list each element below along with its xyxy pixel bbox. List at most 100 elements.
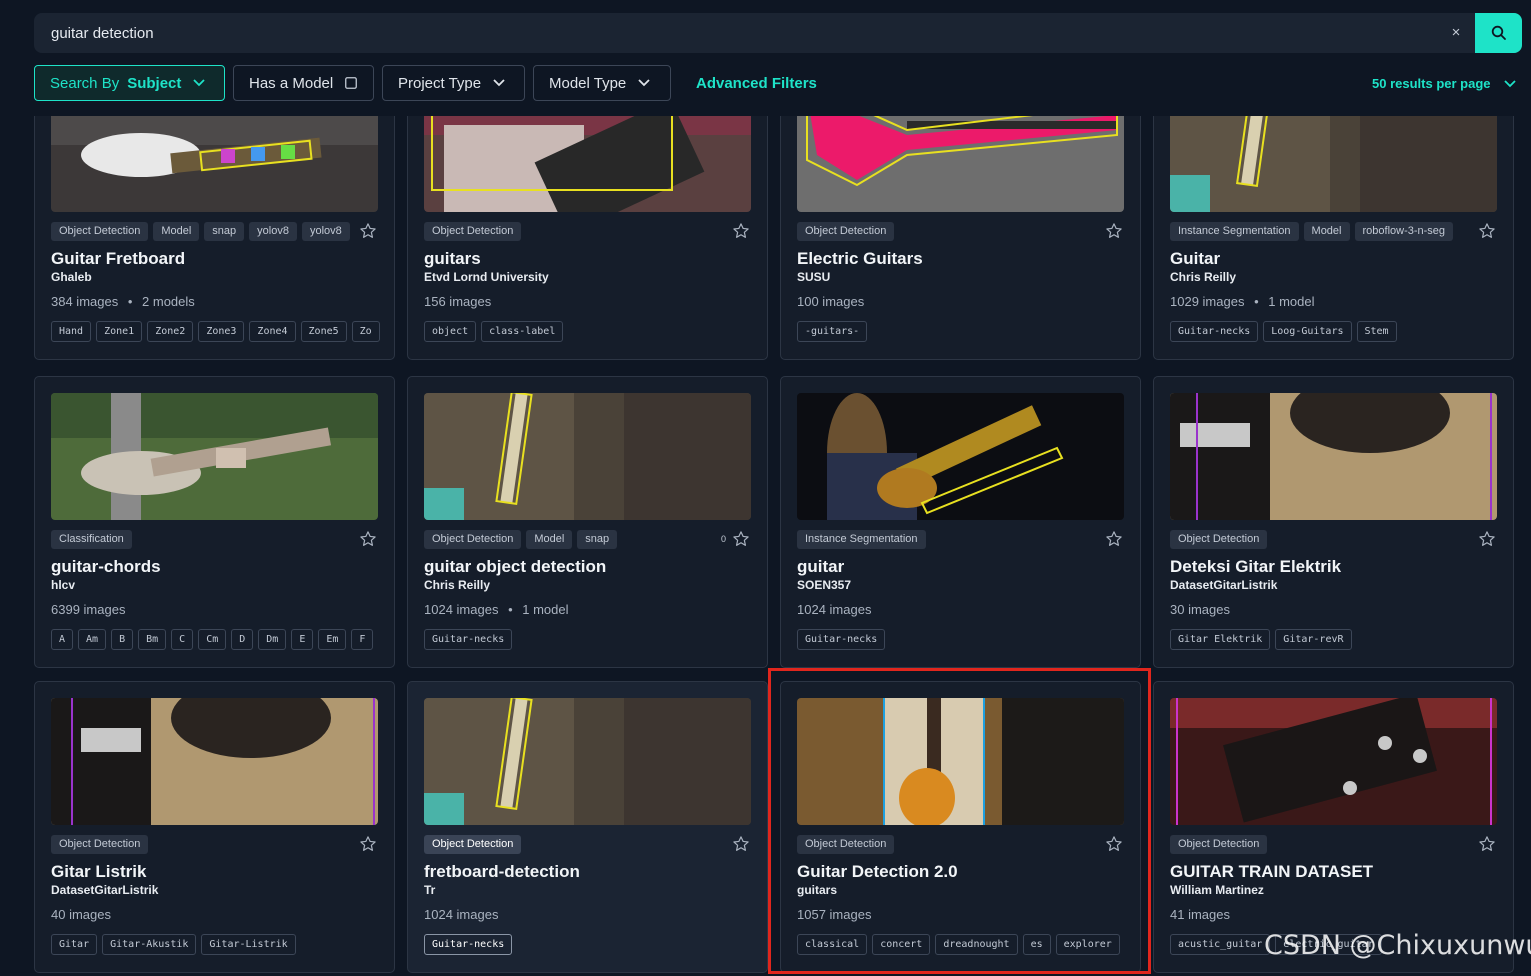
star-icon[interactable] (732, 835, 750, 853)
search-button[interactable] (1475, 13, 1522, 53)
project-thumbnail[interactable] (51, 116, 378, 212)
project-thumbnail[interactable] (797, 116, 1124, 212)
project-thumbnail[interactable] (797, 393, 1124, 520)
project-owner[interactable]: William Martinez (1170, 883, 1264, 897)
project-thumbnail[interactable] (1170, 698, 1497, 825)
star-icon[interactable] (1478, 835, 1496, 853)
project-title[interactable]: Guitar Fretboard (51, 249, 185, 269)
class-tag[interactable]: Zone5 (300, 321, 347, 342)
class-tag[interactable]: Em (318, 629, 347, 650)
class-tag[interactable]: A (51, 629, 74, 650)
results-per-page-dropdown[interactable]: 50 results per page (1372, 76, 1516, 91)
star-icon[interactable] (359, 530, 377, 548)
project-title[interactable]: guitars (424, 249, 481, 269)
project-card-8[interactable]: Object Detection Deteksi Gitar Elektrik … (1153, 376, 1514, 668)
project-title[interactable]: Electric Guitars (797, 249, 923, 269)
class-tag[interactable]: Loog-Guitars (1263, 321, 1352, 342)
class-tag[interactable]: Zone3 (198, 321, 245, 342)
project-title[interactable]: Guitar (1170, 249, 1220, 269)
star-icon[interactable] (732, 530, 750, 548)
project-owner[interactable]: Ghaleb (51, 270, 92, 284)
project-card-4[interactable]: Instance Segmentation Model roboflow-3-n-s… (1153, 116, 1514, 360)
class-tag[interactable]: Am (78, 629, 107, 650)
class-tag[interactable]: Gitar-Akustik (102, 934, 197, 955)
project-title[interactable]: guitar (797, 557, 844, 577)
class-tag[interactable]: B (111, 629, 134, 650)
class-tag[interactable]: Gitar-revR (1275, 629, 1352, 650)
class-tag[interactable]: Gitar-Listrik (201, 934, 296, 955)
class-tag[interactable]: Gitar (51, 934, 98, 955)
star-icon[interactable] (1105, 222, 1123, 240)
class-tag[interactable]: Guitar-necks (797, 629, 886, 650)
class-tag[interactable]: Zone4 (249, 321, 296, 342)
project-thumbnail[interactable] (51, 393, 378, 520)
project-title[interactable]: Gitar Listrik (51, 862, 146, 882)
project-title[interactable]: GUITAR TRAIN DATASET (1170, 862, 1373, 882)
project-thumbnail[interactable] (1170, 116, 1497, 212)
project-card-3[interactable]: Object Detection Electric Guitars SUSU 1… (780, 116, 1141, 360)
class-tag[interactable]: Guitar-necks (424, 934, 513, 955)
project-owner[interactable]: Tr (424, 883, 435, 897)
class-tag[interactable]: object (424, 321, 477, 342)
project-title[interactable]: guitar object detection (424, 557, 606, 577)
class-tag[interactable]: Bm (138, 629, 167, 650)
class-tag[interactable]: classical (797, 934, 868, 955)
project-title[interactable]: fretboard-detection (424, 862, 580, 882)
star-icon[interactable] (359, 835, 377, 853)
project-thumbnail[interactable] (797, 698, 1124, 825)
class-tag[interactable]: concert (872, 934, 931, 955)
project-card-10[interactable]: Object Detection fretboard-detection Tr … (407, 681, 768, 973)
class-tag[interactable]: -guitars- (797, 321, 868, 342)
project-thumbnail[interactable] (424, 393, 751, 520)
project-card-9[interactable]: Object Detection Gitar Listrik DatasetGi… (34, 681, 395, 973)
project-title[interactable]: guitar-chords (51, 557, 161, 577)
search-by-dropdown[interactable]: Search By Subject (34, 65, 225, 101)
search-input[interactable] (34, 13, 1434, 53)
project-card-1[interactable]: Object Detection Model snap yolov8 yolov8 Gu… (34, 116, 395, 360)
class-tag[interactable]: Cm (198, 629, 227, 650)
class-tag[interactable]: Stem (1356, 321, 1397, 342)
star-icon[interactable] (1478, 222, 1496, 240)
project-owner[interactable]: DatasetGitarListrik (1170, 578, 1277, 592)
checkbox-icon[interactable] (345, 77, 358, 89)
star-icon[interactable] (1478, 530, 1496, 548)
class-tag[interactable]: Dm (258, 629, 287, 650)
has-model-toggle[interactable]: Has a Model (233, 65, 374, 101)
clear-search-button[interactable]: × (1446, 23, 1466, 43)
class-tag[interactable]: explorer (1055, 934, 1120, 955)
class-tag[interactable]: F (351, 629, 374, 650)
class-tag[interactable]: class-label (481, 321, 564, 342)
star-icon[interactable] (1105, 835, 1123, 853)
project-type-dropdown[interactable]: Project Type (382, 65, 525, 101)
project-thumbnail[interactable] (424, 116, 751, 212)
project-thumbnail[interactable] (51, 698, 378, 825)
class-tag[interactable]: C (171, 629, 194, 650)
class-tag[interactable]: E (291, 629, 314, 650)
project-card-11[interactable]: Object Detection Guitar Detection 2.0 gu… (780, 681, 1141, 973)
model-type-dropdown[interactable]: Model Type (533, 65, 671, 101)
project-title[interactable]: Guitar Detection 2.0 (797, 862, 958, 882)
project-title[interactable]: Deteksi Gitar Elektrik (1170, 557, 1341, 577)
project-owner[interactable]: Etvd Lornd University (424, 270, 549, 284)
class-tag[interactable]: Zo (351, 321, 380, 342)
project-thumbnail[interactable] (1170, 393, 1497, 520)
project-owner[interactable]: Chris Reilly (1170, 270, 1236, 284)
project-card-5[interactable]: Classification guitar-chords hlcv 6399 i… (34, 376, 395, 668)
class-tag[interactable]: Zone2 (147, 321, 194, 342)
project-owner[interactable]: hlcv (51, 578, 75, 592)
project-owner[interactable]: SUSU (797, 270, 830, 284)
project-thumbnail[interactable] (424, 698, 751, 825)
star-icon[interactable] (1105, 530, 1123, 548)
project-owner[interactable]: SOEN357 (797, 578, 851, 592)
project-owner[interactable]: guitars (797, 883, 837, 897)
project-card-6[interactable]: Object Detection Model snap 0 guitar objec… (407, 376, 768, 668)
class-tag[interactable]: es (1022, 934, 1051, 955)
class-tag[interactable]: D (231, 629, 254, 650)
project-card-7[interactable]: Instance Segmentation guitar SOEN357 102… (780, 376, 1141, 668)
class-tag[interactable]: Hand (51, 321, 92, 342)
project-card-2[interactable]: Object Detection guitars Etvd Lornd Univ… (407, 116, 768, 360)
class-tag[interactable]: Guitar-necks (1170, 321, 1259, 342)
class-tag[interactable]: dreadnought (935, 934, 1018, 955)
class-tag[interactable]: Zone1 (96, 321, 143, 342)
star-icon[interactable] (732, 222, 750, 240)
